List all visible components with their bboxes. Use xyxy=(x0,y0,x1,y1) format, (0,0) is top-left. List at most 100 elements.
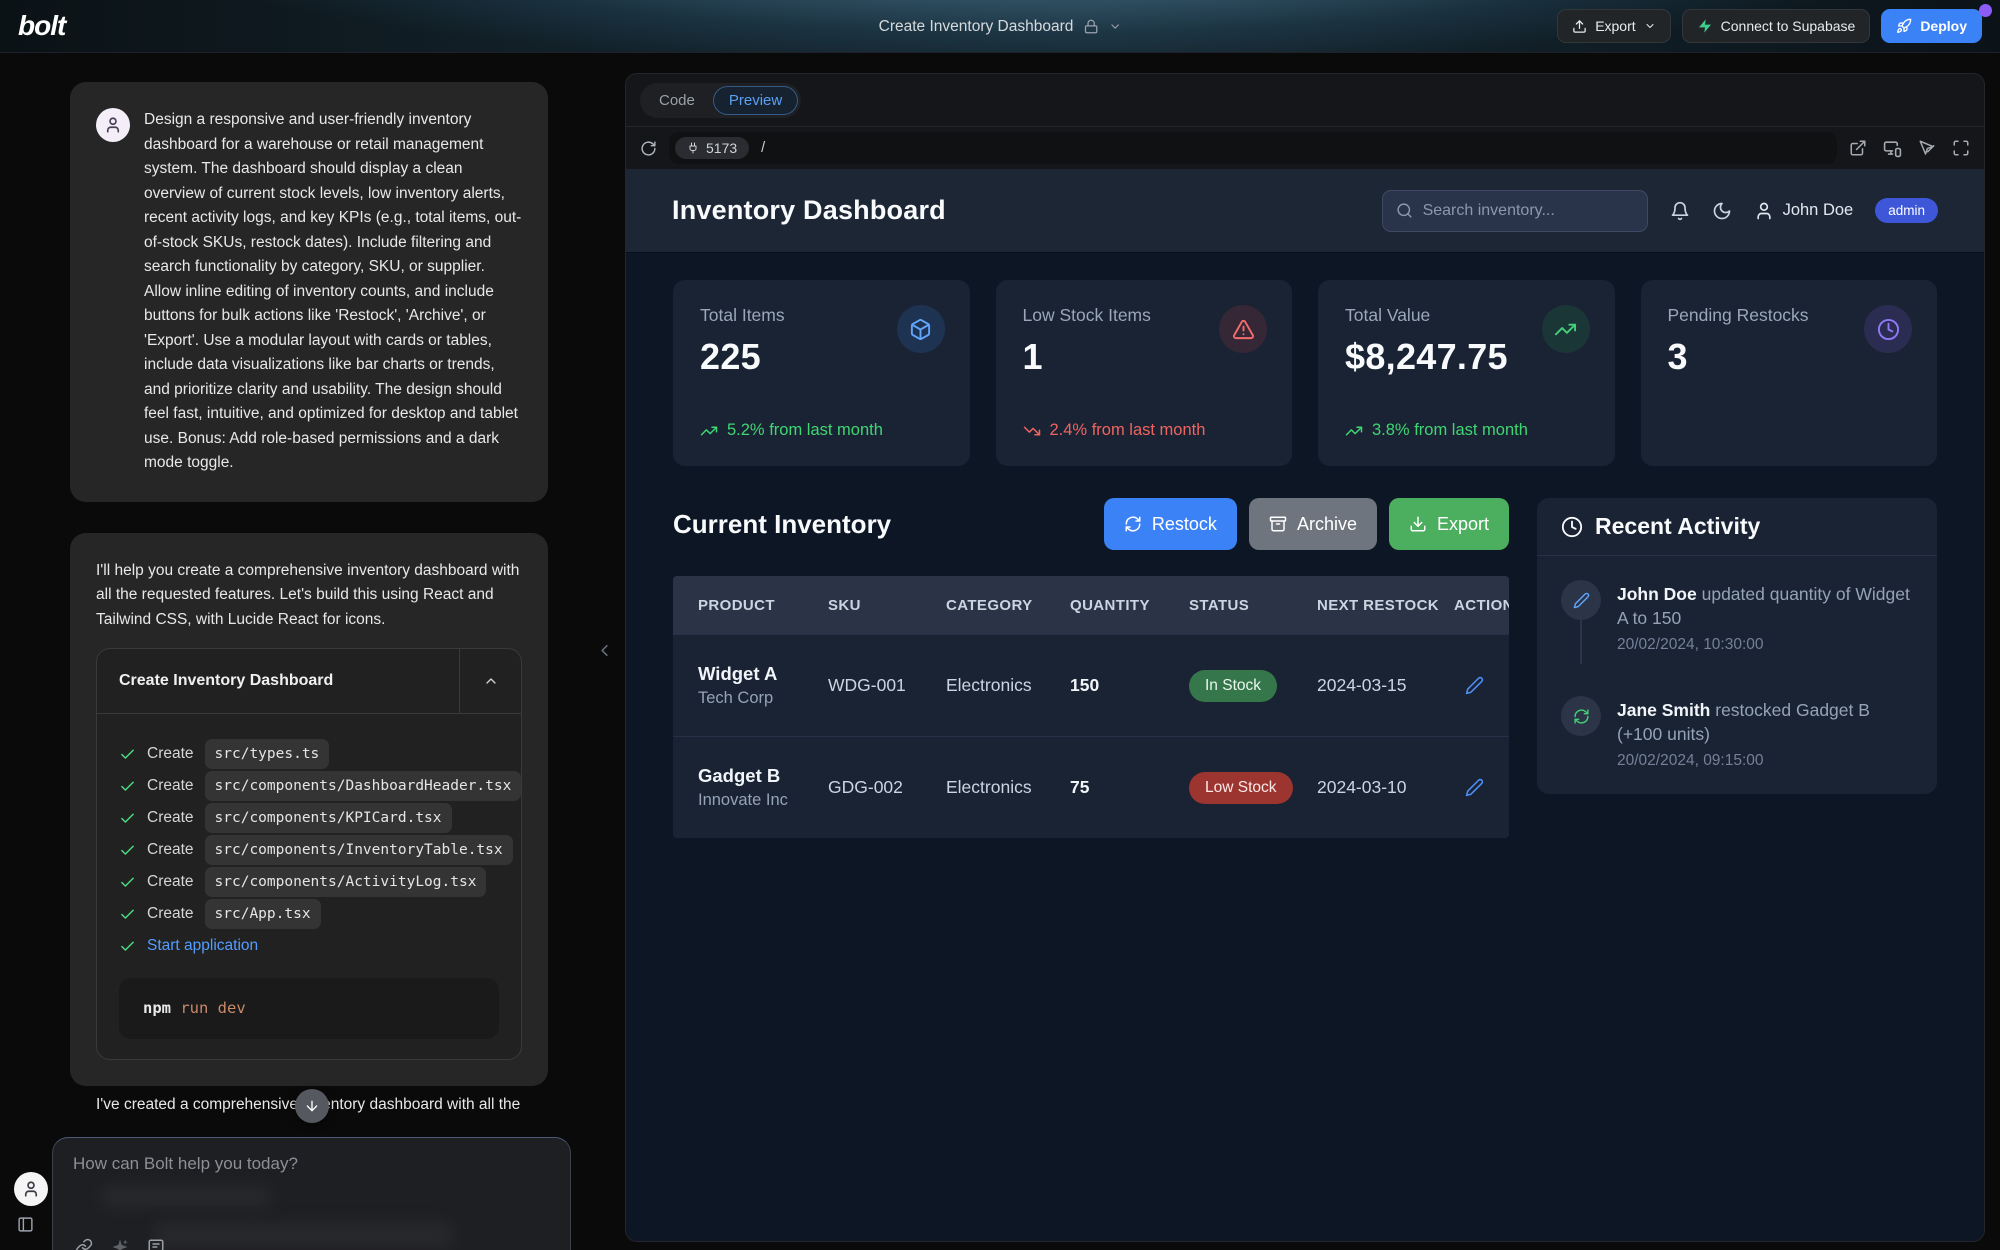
kpi-card-low-stock: Low Stock Items 1 2.4% from last month xyxy=(996,280,1293,466)
open-external-icon[interactable] xyxy=(1849,139,1867,157)
upload-icon xyxy=(1572,19,1587,34)
url-field[interactable]: 5173 / xyxy=(669,132,1837,164)
search-input[interactable] xyxy=(1423,202,1634,220)
connect-supabase-button[interactable]: Connect to Supabase xyxy=(1682,9,1871,43)
table-row[interactable]: Widget A Tech Corp WDG-001 Electronics 1… xyxy=(673,634,1509,736)
file-chip[interactable]: src/components/ActivityLog.tsx xyxy=(205,867,487,898)
start-application-link[interactable]: Start application xyxy=(147,934,258,959)
reload-icon[interactable] xyxy=(640,140,657,157)
artifact-collapse-button[interactable] xyxy=(459,649,521,713)
export-csv-button[interactable]: Export xyxy=(1389,498,1509,550)
trending-up-icon xyxy=(700,422,718,440)
fullscreen-icon[interactable] xyxy=(1952,139,1970,157)
edit-pencil-icon[interactable] xyxy=(1465,676,1484,695)
chat-mode-icon[interactable] xyxy=(147,1238,165,1250)
port-pill[interactable]: 5173 xyxy=(675,137,749,159)
kpi-card-total-value: Total Value $8,247.75 3.8% from last mon… xyxy=(1318,280,1615,466)
file-chip[interactable]: src/components/DashboardHeader.tsx xyxy=(205,771,522,802)
chat-input-box[interactable]: How can Bolt help you today? xyxy=(52,1137,571,1250)
view-tabs-bar: Code Preview xyxy=(626,74,1984,127)
clock-icon xyxy=(1864,305,1912,353)
inventory-search[interactable] xyxy=(1382,190,1648,232)
quantity-cell[interactable]: 150 xyxy=(1070,675,1189,696)
chat-panel: Design a responsive and user-friendly in… xyxy=(0,53,625,1250)
person-icon xyxy=(1754,201,1774,221)
workbench-panel: Code Preview 5173 / xyxy=(625,73,1985,1242)
kpi-row: Total Items 225 5.2% from last month Low… xyxy=(673,280,1937,466)
table-row[interactable]: Gadget B Innovate Inc GDG-002 Electronic… xyxy=(673,736,1509,838)
dark-mode-toggle-icon[interactable] xyxy=(1712,201,1732,221)
trending-down-icon xyxy=(1023,422,1041,440)
user-menu[interactable]: John Doe xyxy=(1754,201,1854,221)
activity-timestamp: 20/02/2024, 09:15:00 xyxy=(1617,752,1913,770)
artifact-title: Create Inventory Dashboard xyxy=(97,649,459,713)
scroll-to-bottom-button[interactable] xyxy=(295,1089,329,1123)
check-icon xyxy=(119,746,136,763)
next-restock-cell: 2024-03-15 xyxy=(1317,675,1454,696)
bolt-logo[interactable]: bolt xyxy=(18,10,65,42)
tab-code[interactable]: Code xyxy=(643,86,711,115)
supabase-zap-icon xyxy=(1697,18,1713,34)
refresh-icon xyxy=(1124,515,1142,533)
trending-up-icon xyxy=(1345,422,1363,440)
inventory-title: Current Inventory xyxy=(673,509,891,540)
archive-button[interactable]: Archive xyxy=(1249,498,1377,550)
check-icon xyxy=(119,778,136,795)
chevron-up-icon xyxy=(483,673,499,689)
inspector-cursor-icon[interactable] xyxy=(1918,139,1936,157)
check-icon xyxy=(119,906,136,923)
chat-messages[interactable]: Design a responsive and user-friendly in… xyxy=(0,53,548,1114)
quantity-cell[interactable]: 75 xyxy=(1070,777,1189,798)
dashboard-header: Inventory Dashboard John Doe admin xyxy=(626,169,1984,252)
edit-pencil-icon xyxy=(1561,580,1601,620)
assistant-message-card: I'll help you create a comprehensive inv… xyxy=(70,533,548,1086)
next-restock-cell: 2024-03-10 xyxy=(1317,777,1454,798)
artifact-step: Create src/components/ActivityLog.tsx xyxy=(119,866,499,898)
category-cell: Electronics xyxy=(946,675,1070,696)
assistant-intro-text: I'll help you create a comprehensive inv… xyxy=(96,559,522,633)
link-attach-icon[interactable] xyxy=(75,1238,93,1250)
preview-address-bar: 5173 / xyxy=(626,127,1984,169)
account-avatar[interactable] xyxy=(14,1172,48,1206)
edit-pencil-icon[interactable] xyxy=(1465,778,1484,797)
bell-icon[interactable] xyxy=(1670,201,1690,221)
check-icon xyxy=(119,938,136,955)
alert-triangle-icon xyxy=(1219,305,1267,353)
check-icon xyxy=(119,874,136,891)
top-bar: bolt Create Inventory Dashboard Export C… xyxy=(0,0,2000,53)
url-path: / xyxy=(761,140,765,156)
deploy-button[interactable]: Deploy xyxy=(1881,9,1982,43)
collapse-chat-chevron[interactable] xyxy=(595,641,614,660)
user-message-text: Design a responsive and user-friendly in… xyxy=(144,108,522,476)
product-supplier: Innovate Inc xyxy=(698,791,828,810)
check-icon xyxy=(119,810,136,827)
file-chip[interactable]: src/components/KPICard.tsx xyxy=(205,803,452,834)
file-chip[interactable]: src/App.tsx xyxy=(205,899,321,930)
inventory-table: Product SKU Category Quantity Status Nex… xyxy=(673,576,1509,838)
chevron-down-icon[interactable] xyxy=(1108,20,1121,33)
file-chip[interactable]: src/components/InventoryTable.tsx xyxy=(205,835,513,866)
responsive-devices-icon[interactable] xyxy=(1883,139,1902,158)
code-preview-toggle: Code Preview xyxy=(640,83,801,118)
sku-cell: WDG-001 xyxy=(828,675,946,696)
tab-preview[interactable]: Preview xyxy=(713,86,798,115)
restock-button[interactable]: Restock xyxy=(1104,498,1237,550)
project-title-menu[interactable]: Create Inventory Dashboard xyxy=(879,0,1122,53)
activity-user: Jane Smith xyxy=(1617,700,1710,720)
activity-item: Jane Smith restocked Gadget B (+100 unit… xyxy=(1561,696,1913,770)
sidebar-toggle-icon[interactable] xyxy=(17,1216,34,1233)
export-button[interactable]: Export xyxy=(1557,9,1670,43)
activity-item: John Doe updated quantity of Widget A to… xyxy=(1561,580,1913,654)
download-icon xyxy=(1409,515,1427,533)
artifact-step: Create src/types.ts xyxy=(119,738,499,770)
blurred-suggestion xyxy=(153,1222,453,1248)
artifact-step: Create src/components/KPICard.tsx xyxy=(119,802,499,834)
sparkles-icon[interactable] xyxy=(111,1238,129,1250)
file-chip[interactable]: src/types.ts xyxy=(205,739,330,770)
product-supplier: Tech Corp xyxy=(698,689,828,708)
recent-activity-card: Recent Activity John Doe updated quantit… xyxy=(1537,498,1937,794)
notification-dot xyxy=(1979,4,1992,17)
project-title: Create Inventory Dashboard xyxy=(879,18,1074,36)
kpi-card-pending-restocks: Pending Restocks 3 xyxy=(1641,280,1938,466)
plug-icon xyxy=(687,142,699,154)
